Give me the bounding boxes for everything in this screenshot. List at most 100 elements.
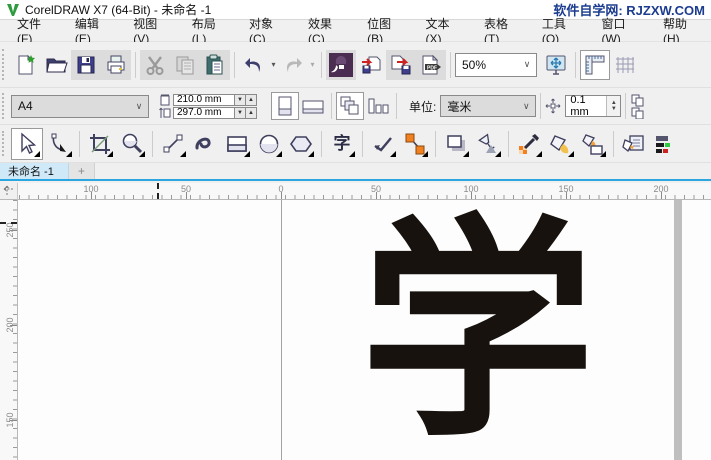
new-tab-button[interactable]: + [68,163,95,179]
toolbar-grip[interactable] [2,130,8,157]
save-button[interactable] [71,49,101,80]
open-button[interactable] [41,50,71,80]
menu-bar: 文件(F) 编辑(E) 视图(V) 布局(L) 对象(C) 效果(C) 位图(B… [0,17,711,46]
landscape-button[interactable] [299,92,327,120]
rectangle-icon [227,135,247,152]
undo-dropdown-caret[interactable]: ▾ [269,60,278,69]
page-dimensions-group: 210.0 mm ▼ ▲ 297.0 mm ▼ ▲ [159,93,257,119]
undo-icon [245,57,260,72]
dimension-tool[interactable] [367,128,399,160]
polygon-tool[interactable] [285,128,317,160]
vertical-ruler[interactable]: 250 200 150 [0,200,18,460]
nudge-spinner[interactable]: ▲ ▼ [606,96,621,116]
units-value: 毫米 [447,99,472,114]
chevron-down-icon[interactable]: ∨ [518,59,536,70]
transparency-glass-icon [478,132,496,153]
page-height-dropdown[interactable]: ▼ [235,106,246,119]
nudge-input[interactable]: 0.1 mm ▲ ▼ [565,94,622,118]
redo-dropdown-caret[interactable]: ▾ [308,60,317,69]
dimension-icon [374,136,392,152]
shape-node-icon [51,133,66,152]
toolbar-separator [396,93,397,119]
standard-toolbar: ▾ ▾ PDF 50% ∨ [0,42,711,88]
copy-icon [176,56,194,74]
crop-tool[interactable] [84,128,116,160]
toolbar-grip[interactable] [2,93,8,119]
pick-tool[interactable] [11,127,43,160]
import-button[interactable] [356,50,386,80]
document-tab-active[interactable]: 未命名 -1 [0,163,69,179]
redo-button[interactable] [278,50,308,80]
toolbar-separator [450,51,451,78]
print-button[interactable] [101,49,131,80]
page-size-combo[interactable]: A4 ∨ [11,94,149,118]
freehand-line-icon [163,134,183,152]
toolbar-separator [613,130,614,157]
zoom-level-combo[interactable]: 50% ∨ [455,52,537,77]
paste-clipboard-icon [206,54,223,74]
copy-button[interactable] [170,49,200,80]
duplicate-distance-icon [631,94,644,119]
show-rulers-button[interactable] [580,49,610,80]
freehand-tool[interactable] [157,128,189,160]
page-left-edge [281,200,282,460]
toolbar-separator [331,93,332,119]
page-width-dropdown[interactable]: ▼ [235,93,246,106]
toolbar-separator [79,130,80,157]
ellipse-icon [259,134,279,153]
new-document-icon [18,54,35,74]
publish-pdf-button[interactable]: PDF [416,49,446,80]
print-icon [107,55,125,73]
transparency-tool[interactable] [472,128,504,160]
chevron-down-icon[interactable]: ∨ [130,101,148,112]
smart-fill-tool[interactable] [545,128,577,160]
text-tool-glyph: 字 [333,134,351,153]
export-button[interactable] [386,49,416,80]
polygon-icon [290,135,312,152]
toolbar-separator [234,51,235,78]
portrait-button[interactable] [271,92,299,120]
zoom-tool[interactable] [116,128,148,160]
toolbar-grip[interactable] [2,48,8,81]
show-grid-button[interactable] [610,50,640,80]
page-height-spinner[interactable]: ▲ [246,106,257,119]
redo-icon [287,57,302,72]
ellipse-tool[interactable] [253,128,285,160]
color-eyedropper-tool[interactable] [513,128,545,160]
chevron-down-icon[interactable]: ∨ [517,101,535,112]
page-height-input[interactable]: 297.0 mm [173,106,235,119]
text-tool[interactable]: 字 [326,128,358,160]
nudge-value: 0.1 mm [570,94,589,118]
artistic-media-tool[interactable] [189,128,221,160]
ruler-origin-button[interactable] [0,183,18,200]
fullscreen-preview-button[interactable] [541,50,571,80]
paint-bucket-icon [550,134,569,153]
drop-shadow-tool[interactable] [440,128,472,160]
paste-button[interactable] [200,49,230,80]
toolbar-separator [540,93,542,119]
page-width-spinner[interactable]: ▲ [246,93,257,106]
horizontal-ruler[interactable]: 100 50 0 50 100 150 200 [0,183,711,200]
edit-fill-dialog-button[interactable] [618,128,650,160]
fill-pour-icon [582,133,603,155]
outline-pen-button[interactable] [650,128,682,160]
all-pages-button[interactable] [336,92,364,120]
shape-tool[interactable] [43,128,75,160]
page-width-input[interactable]: 210.0 mm [173,93,235,106]
cut-button[interactable] [140,49,170,80]
ruler-cursor-marker-vertical [0,222,17,224]
search-content-button[interactable] [326,49,356,80]
ruler-cursor-marker-horizontal [157,183,159,199]
portrait-icon [278,96,292,116]
drawing-canvas[interactable]: 学 [18,200,711,460]
toolbar-separator [321,51,322,78]
new-document-button[interactable] [11,50,41,80]
undo-button[interactable] [239,50,269,80]
rectangle-tool[interactable] [221,128,253,160]
app-window: CorelDRAW X7 (64-Bit) - 未命名 -1 软件自学网: RJ… [0,0,711,460]
interactive-fill-tool[interactable] [577,128,609,160]
current-page-button[interactable] [364,92,392,120]
units-combo[interactable]: 毫米 ∨ [440,95,537,117]
text-object[interactable]: 学 [360,214,595,449]
connector-tool[interactable] [399,128,431,160]
